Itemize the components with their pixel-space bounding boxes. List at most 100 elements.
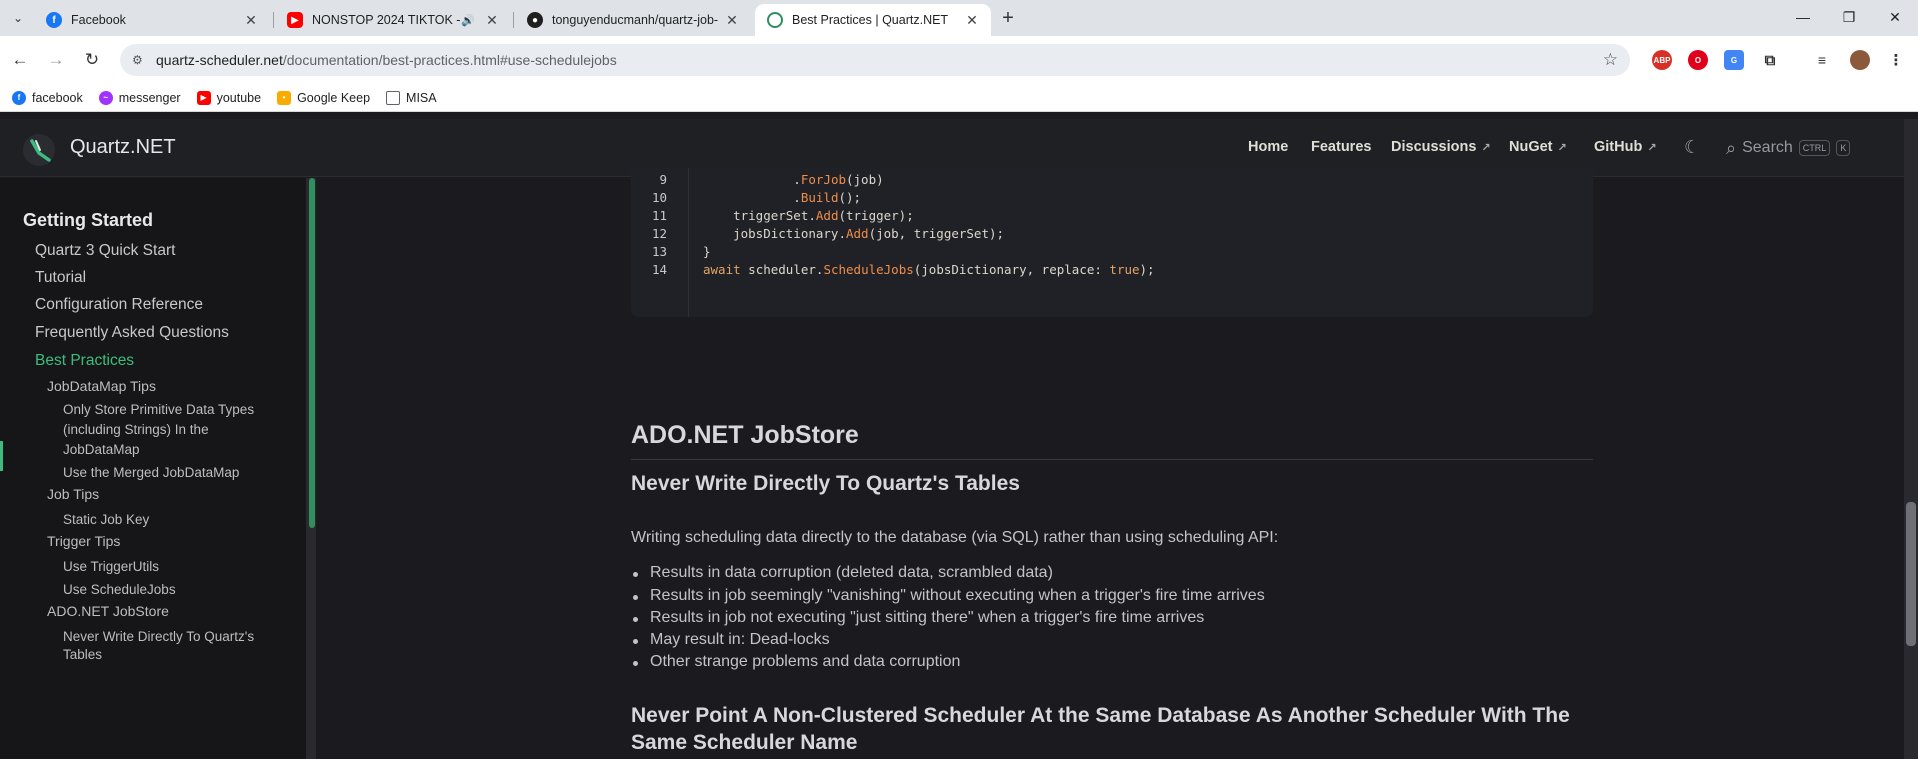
page-scrollbar-thumb[interactable] [1906,502,1916,646]
new-tab-button[interactable]: + [995,6,1021,30]
bookmark-misa[interactable]: MISA [386,90,437,105]
sidebar-item-use-triggerutils[interactable]: Use TriggerUtils [63,557,159,577]
search-button[interactable]: ⌕ Search CTRL K [1726,132,1876,164]
nav-label: GitHub [1594,139,1643,155]
code-line: .Build(); [703,190,862,205]
github-icon: ● [527,12,543,28]
bookmark-youtube[interactable]: ▶ youtube [196,90,262,105]
quartz-logo-icon[interactable] [22,133,56,167]
code-line: .ForJob(job) [703,172,884,187]
site-info-icon[interactable]: ⚙ [132,53,150,67]
heading-adonet-jobstore: ADO.NET JobStore [631,421,859,449]
heading-never-point-non-clustered: Never Point A Non-Clustered Scheduler At… [631,702,1570,756]
tab-title: NONSTOP 2024 TIKTOK - N [312,13,462,27]
bookmark-google-keep[interactable]: • Google Keep [277,90,371,105]
kbd-k: K [1836,140,1851,156]
tab-youtube[interactable]: ▶ NONSTOP 2024 TIKTOK - N 🔊 ✕ [275,4,511,36]
close-icon[interactable]: ✕ [723,11,741,29]
avatar[interactable] [1850,50,1870,70]
bookmark-label: facebook [32,90,83,105]
nav-home[interactable]: Home [1248,139,1288,155]
active-item-marker [0,441,3,471]
line-number: 10 [651,190,667,205]
tab-title: Best Practices | Quartz.NET [792,13,949,27]
close-icon[interactable]: ✕ [483,11,501,29]
facebook-icon: f [46,12,62,28]
sidebar-item-line: Only Store Primitive Data Types [63,402,255,417]
minimize-button[interactable]: — [1780,0,1826,34]
page-scrollbar[interactable] [1904,119,1918,759]
sidebar-scrollbar-thumb[interactable] [309,178,315,528]
sidebar-item-merged-jobdatamap[interactable]: Use the Merged JobDataMap [63,463,239,483]
kbd-ctrl: CTRL [1798,140,1831,156]
youtube-icon: ▶ [196,90,211,105]
code-block: 9 10 11 12 13 14 .ForJob(job) .Build(); trigg… [631,168,1593,317]
external-link-icon: ↗ [1647,141,1657,154]
sidebar-item-best-practices[interactable]: Best Practices [35,352,134,370]
url-path: /documentation/best-practices.html#use-s… [282,52,617,68]
speaker-icon[interactable]: 🔊 [461,14,475,27]
menu-icon[interactable]: ⋮ [1886,50,1906,70]
bookmark-star-icon[interactable]: ☆ [1603,50,1618,70]
tab-separator [513,12,514,28]
code-line: triggerSet.Add(trigger); [703,208,914,223]
sidebar-item-adonet-jobstore[interactable]: ADO.NET JobStore [47,603,169,619]
sidebar-item-job-tips[interactable]: Job Tips [47,486,99,502]
tab-title: Facebook [71,13,126,27]
tab-github[interactable]: ● tonguyenducmanh/quartz-job- ✕ [515,4,751,36]
bookmark-label: MISA [406,90,437,105]
close-window-button[interactable]: ✕ [1872,0,1918,34]
heading-never-write-directly: Never Write Directly To Quartz's Tables [631,472,1020,495]
sidebar-item-configuration-reference[interactable]: Configuration Reference [35,296,203,314]
bookmark-label: youtube [216,90,262,105]
theme-toggle-moon-icon[interactable]: ☾ [1684,137,1700,158]
bookmark-label: messenger [118,90,181,105]
nav-nuget[interactable]: NuGet ↗ [1509,139,1567,155]
sidebar-item-faq[interactable]: Frequently Asked Questions [35,324,229,342]
tab-quartz-best-practices[interactable]: Best Practices | Quartz.NET ✕ [755,4,991,36]
line-number-gutter: 9 10 11 12 13 14 [631,168,689,317]
list-item: Results in data corruption (deleted data… [633,564,1053,581]
heading-line: Never Point A Non-Clustered Scheduler At… [631,704,1570,727]
tab-separator [273,12,274,28]
sidebar-item-trigger-tips[interactable]: Trigger Tips [47,533,120,549]
sidebar-item-quick-start[interactable]: Quartz 3 Quick Start [35,242,175,260]
brand-name[interactable]: Quartz.NET [70,136,176,159]
address-bar[interactable]: ⚙ quartz-scheduler.net/documentation/bes… [120,44,1630,76]
nav-label: Home [1248,139,1289,155]
list-item: May result in: Dead-locks [633,631,830,648]
line-number: 14 [651,262,667,277]
sidebar-item-jobdatamap-tips[interactable]: JobDataMap Tips [47,378,156,394]
bookmarks-bar: f facebook ~ messenger ▶ youtube • Googl… [0,84,1918,112]
restore-button[interactable]: ❐ [1826,0,1872,34]
nav-github[interactable]: GitHub ↗ [1594,139,1657,155]
back-button[interactable]: ← [8,48,32,72]
nav-discussions[interactable]: Discussions ↗ [1391,139,1491,155]
tab-search-button[interactable]: ⌄ [6,7,30,29]
close-icon[interactable]: ✕ [242,11,260,29]
adblock-icon[interactable]: ABP [1652,50,1672,70]
bookmark-label: Google Keep [297,90,371,105]
heading-line: Same Scheduler Name [631,731,858,754]
heading-divider [631,459,1593,460]
nav-features[interactable]: Features [1311,139,1371,155]
bookmark-facebook[interactable]: f facebook [12,90,83,105]
reload-button[interactable]: ↻ [80,48,104,72]
forward-button[interactable]: → [44,48,68,72]
extensions-icon[interactable]: ⧉ [1760,50,1780,70]
sidebar-item-static-job-key[interactable]: Static Job Key [63,510,149,530]
sidebar-item-tutorial[interactable]: Tutorial [35,269,86,287]
bookmark-messenger[interactable]: ~ messenger [98,90,181,105]
search-label: Search [1742,139,1793,156]
sidebar-heading-getting-started[interactable]: Getting Started [23,210,153,231]
close-icon[interactable]: ✕ [963,11,981,29]
external-link-icon: ↗ [1481,141,1491,154]
code-line: jobsDictionary.Add(job, triggerSet); [703,226,1005,241]
sidebar-item-use-schedulejobs[interactable]: Use ScheduleJobs [63,580,176,600]
line-number: 11 [651,208,667,223]
media-control-icon[interactable]: ≡ [1812,50,1832,70]
translate-icon[interactable]: G [1724,50,1744,70]
tab-facebook[interactable]: f Facebook ✕ [34,4,270,36]
main-content: 9 10 11 12 13 14 .ForJob(job) .Build(); trigg… [316,168,1902,759]
opera-icon[interactable]: O [1688,50,1708,70]
